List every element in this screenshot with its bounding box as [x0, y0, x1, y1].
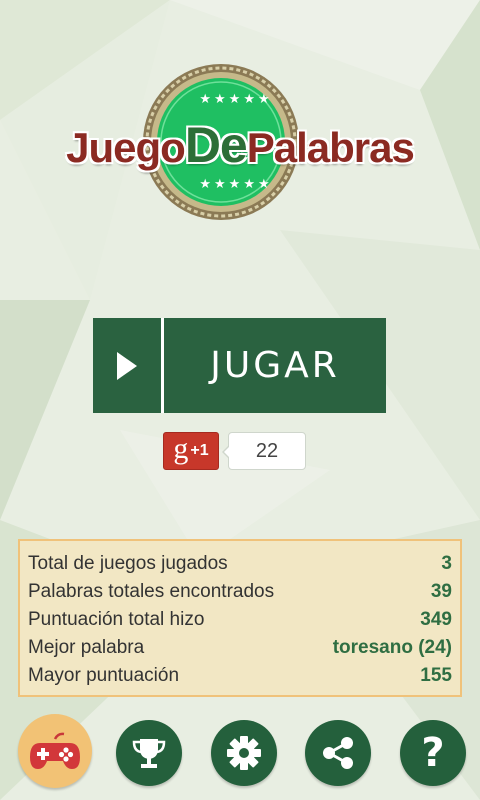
main-screen: ★★★★★ ★★★★★ JuegoDePalabras JUGAR g +1 2…: [0, 0, 480, 800]
stat-label: Mejor palabra: [28, 637, 145, 658]
play-button[interactable]: JUGAR: [93, 318, 386, 413]
share-icon: [323, 737, 353, 769]
stat-label: Total de juegos jugados: [28, 553, 228, 574]
nav-settings-button[interactable]: [211, 720, 277, 786]
stat-value: 39: [430, 581, 452, 602]
nav-help-button[interactable]: ?: [400, 720, 466, 786]
play-icon: [93, 318, 164, 413]
logo-stars-bottom: ★★★★★: [199, 177, 273, 192]
stats-panel: Total de juegos jugados 3 Palabras total…: [18, 539, 462, 697]
stat-value: 349: [420, 609, 452, 630]
logo-title-de: De: [184, 117, 248, 173]
app-logo: ★★★★★ ★★★★★ JuegoDePalabras: [64, 60, 416, 225]
stat-row-games-played: Total de juegos jugados 3: [28, 550, 452, 578]
trophy-icon: [132, 739, 166, 768]
stat-label: Palabras totales encontrados: [28, 581, 275, 602]
logo-title-juego: Juego: [66, 124, 186, 171]
google-plus-count: 22: [222, 432, 306, 470]
stat-row-total-score: Puntuación total hizo 349: [28, 606, 452, 634]
nav-game-button[interactable]: [18, 714, 92, 788]
stat-row-best-word: Mejor palabra toresano (24): [28, 634, 452, 662]
logo-title-palabras: Palabras: [246, 124, 415, 171]
gamepad-icon: [30, 732, 80, 769]
nav-trophy-button[interactable]: [116, 720, 182, 786]
stat-value: 3: [441, 553, 452, 574]
google-g-icon: g: [173, 432, 189, 465]
google-plus-button[interactable]: g +1: [163, 432, 219, 470]
gear-icon: [227, 736, 261, 770]
stat-row-words-found: Palabras totales encontrados 39: [28, 578, 452, 606]
logo-stars-top: ★★★★★: [199, 92, 273, 107]
plus-one-label: +1: [190, 442, 209, 459]
play-label: JUGAR: [210, 345, 340, 386]
stat-row-high-score: Mayor puntuación 155: [28, 662, 452, 690]
logo-title: JuegoDePalabras: [64, 116, 416, 174]
stat-value: toresano (24): [332, 637, 452, 658]
help-icon: ?: [421, 730, 445, 776]
nav-share-button[interactable]: [305, 720, 371, 786]
stat-label: Puntuación total hizo: [28, 609, 205, 630]
stat-label: Mayor puntuación: [28, 665, 180, 686]
stat-value: 155: [420, 665, 452, 686]
